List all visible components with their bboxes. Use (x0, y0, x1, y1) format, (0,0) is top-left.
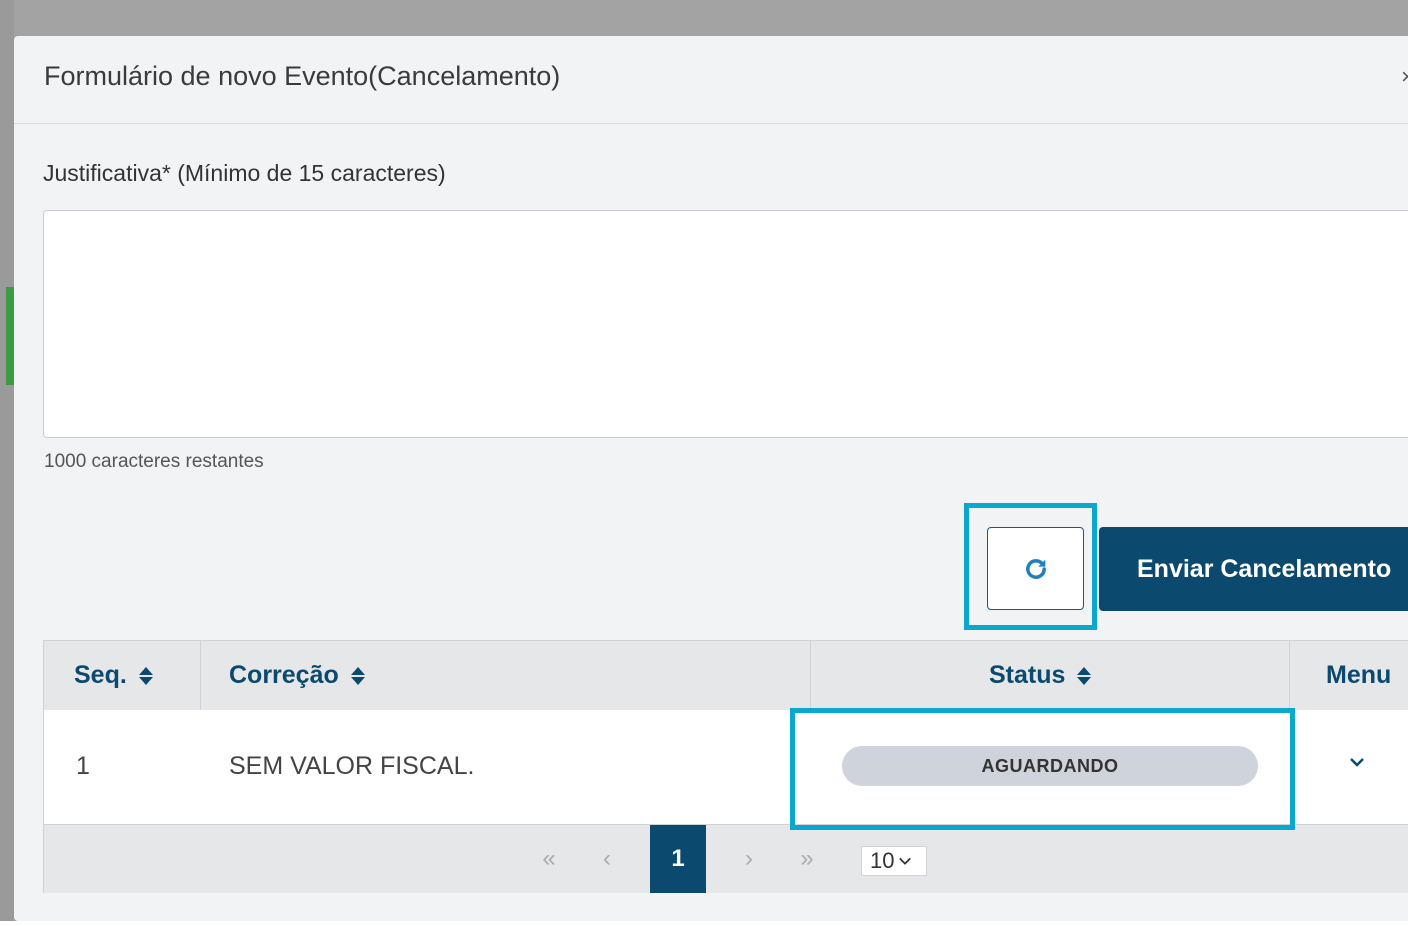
first-page-button[interactable]: « (534, 825, 564, 893)
page-backdrop (0, 0, 14, 926)
header-menu-label: Menu (1326, 661, 1392, 689)
next-page-button[interactable]: › (734, 825, 764, 893)
prev-page-button[interactable]: ‹ (592, 825, 622, 893)
header-status[interactable]: Status (989, 641, 1189, 710)
close-icon[interactable]: × (1401, 64, 1408, 90)
backdrop-green-bar (6, 287, 14, 385)
table-header: Seq. Correção Status Menu (44, 641, 1408, 711)
pagination: « ‹ 1 › » 10 (44, 824, 1408, 893)
sort-icon (1077, 666, 1092, 686)
page-size-select[interactable]: 10 (861, 846, 927, 876)
justification-label: Justificativa* (Mínimo de 15 caracteres) (43, 160, 446, 186)
justification-textarea[interactable] (43, 210, 1408, 438)
header-seq[interactable]: Seq. (74, 641, 194, 710)
header-status-label: Status (989, 661, 1066, 689)
cancel-event-modal: Formulário de novo Evento(Cancelamento) … (14, 36, 1408, 921)
modal-title: Formulário de novo Evento(Cancelamento) (44, 61, 561, 91)
chevron-down-icon[interactable] (1349, 754, 1365, 770)
status-highlight-frame (790, 708, 1295, 830)
column-divider (810, 641, 811, 710)
refresh-highlight-frame (964, 503, 1097, 630)
header-menu: Menu (1326, 641, 1408, 710)
char-count: 1000 caracteres restantes (44, 451, 264, 472)
header-correcao[interactable]: Correção (229, 641, 629, 710)
bottom-bar (0, 921, 1408, 926)
chevron-down-icon (899, 857, 912, 865)
send-cancel-button[interactable]: Enviar Cancelamento (1099, 527, 1408, 611)
modal-header: Formulário de novo Evento(Cancelamento) … (14, 36, 1408, 124)
page-1-button[interactable]: 1 (650, 825, 706, 893)
header-correcao-label: Correção (229, 661, 339, 689)
column-divider (1289, 641, 1290, 710)
page-size-value: 10 (870, 848, 895, 873)
sort-icon (350, 666, 365, 686)
cell-correcao: SEM VALOR FISCAL. (229, 752, 475, 780)
last-page-button[interactable]: » (792, 825, 822, 893)
header-seq-label: Seq. (74, 661, 127, 689)
sort-icon (138, 666, 153, 686)
cell-seq: 1 (76, 752, 90, 780)
